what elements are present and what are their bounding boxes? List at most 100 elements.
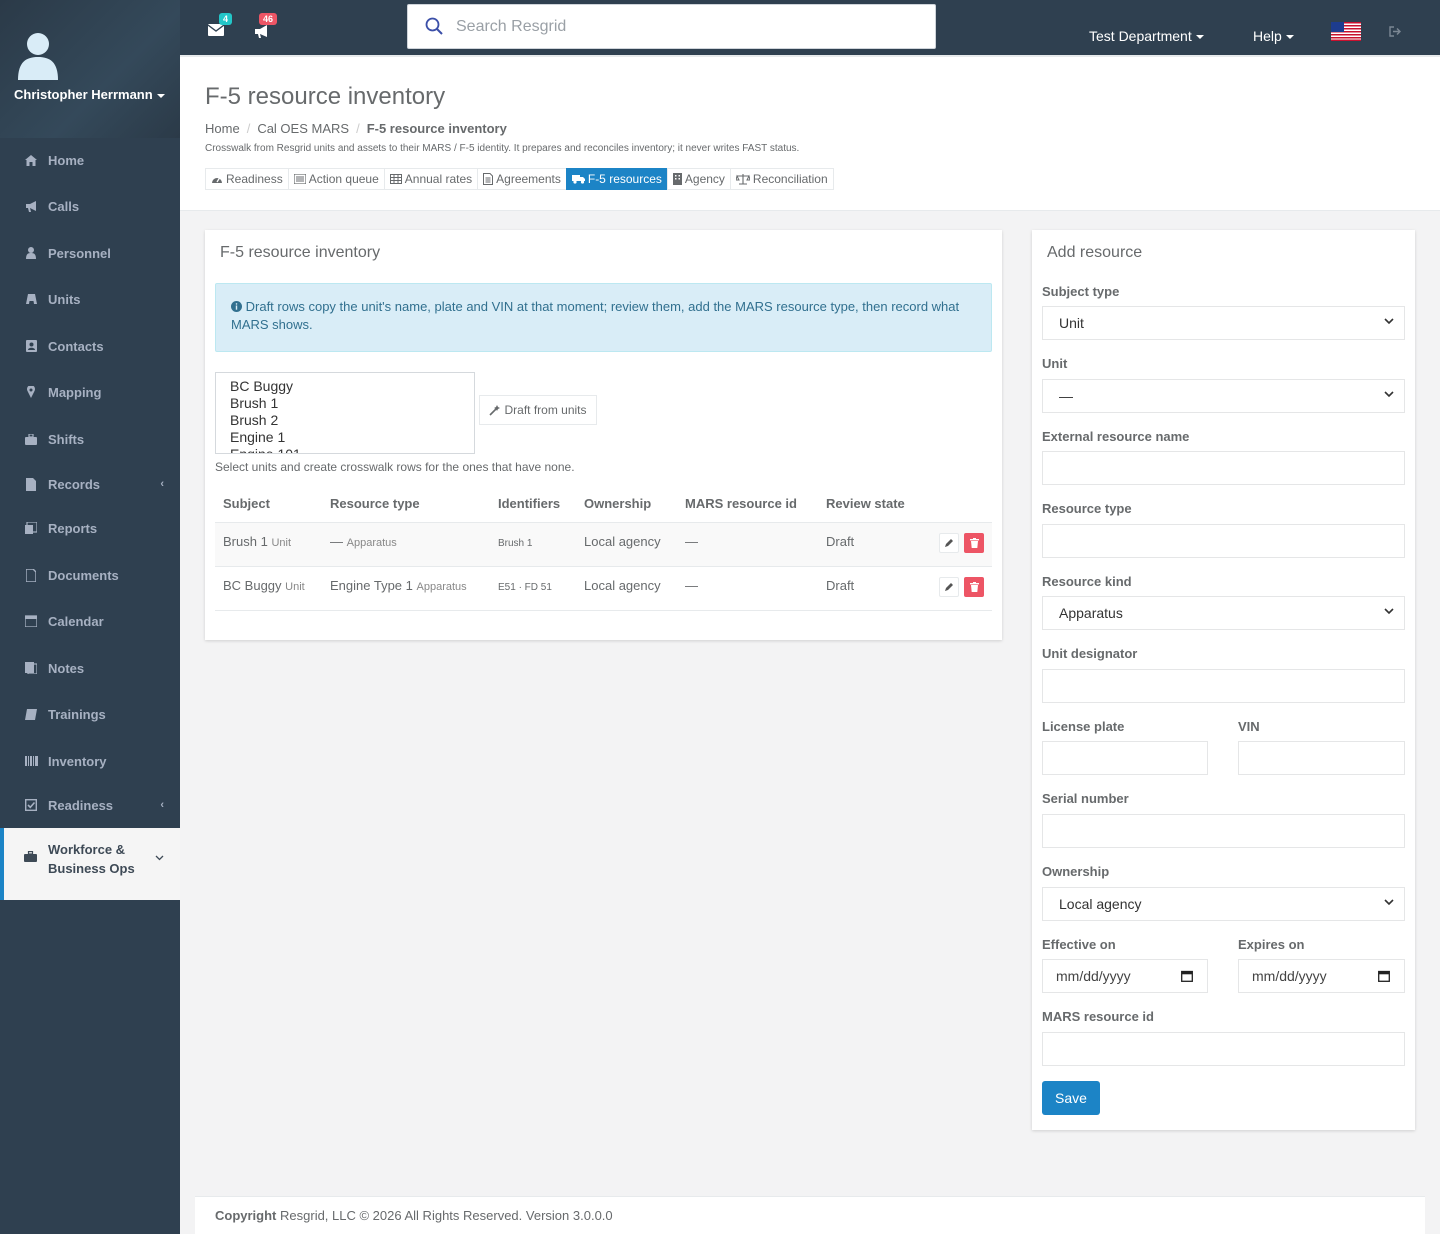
save-button[interactable]: Save xyxy=(1042,1081,1100,1115)
profile-name[interactable]: Christopher Herrmann xyxy=(14,87,165,102)
tab-action-queue[interactable]: Action queue xyxy=(287,168,385,190)
search-box[interactable] xyxy=(407,4,936,49)
sidebar-item-inventory[interactable]: Inventory xyxy=(0,749,180,773)
sidebar-item-contacts[interactable]: Contacts xyxy=(0,334,180,358)
sidebar-item-label: Calendar xyxy=(48,613,104,629)
sidebar-item-readiness[interactable]: Readiness ‹ xyxy=(0,793,180,817)
sidebar-item-documents[interactable]: Documents xyxy=(0,563,180,587)
unit-option[interactable]: Brush 1 xyxy=(230,395,460,412)
mars-resource-id-input[interactable] xyxy=(1042,1032,1405,1066)
pencil-icon xyxy=(944,583,953,591)
sidebar-item-label: Documents xyxy=(48,567,119,583)
tab-reconciliation[interactable]: Reconciliation xyxy=(729,168,834,190)
us-flag-icon[interactable] xyxy=(1331,22,1361,41)
cell-identifiers: E51 · FD 51 xyxy=(490,566,576,611)
date-placeholder: mm/dd/yyyy xyxy=(1252,968,1327,984)
tab-readiness[interactable]: Readiness xyxy=(205,168,289,190)
sidebar-item-notes[interactable]: Notes xyxy=(0,656,180,680)
messages-button[interactable]: 4 xyxy=(208,13,233,38)
column-header: Resource type xyxy=(322,486,490,523)
sidebar-item-records[interactable]: Records ‹ xyxy=(0,472,180,496)
draft-from-units-button[interactable]: Draft from units xyxy=(479,395,597,425)
contact-icon xyxy=(24,339,38,353)
help-label: Help xyxy=(1253,28,1282,44)
unit-select[interactable]: — xyxy=(1042,379,1405,413)
unit-option[interactable]: Brush 2 xyxy=(230,412,460,429)
tab-annual-rates[interactable]: Annual rates xyxy=(383,168,479,190)
table-header-row: Subject Resource type Identifiers Owners… xyxy=(215,486,992,523)
external-name-input[interactable] xyxy=(1042,451,1405,485)
sidebar-item-personnel[interactable]: Personnel xyxy=(0,241,180,265)
units-multiselect[interactable]: BC Buggy Brush 1 Brush 2 Engine 1 Engine… xyxy=(215,372,475,454)
add-resource-panel: Add resource Subject type Unit Unit — Ex… xyxy=(1032,230,1415,1130)
search-input[interactable] xyxy=(454,15,914,39)
magic-wand-icon xyxy=(489,404,501,416)
license-plate-input[interactable] xyxy=(1042,741,1208,775)
calendar-icon[interactable] xyxy=(1181,970,1193,982)
subject-type-label: Subject type xyxy=(1042,284,1120,299)
delete-button[interactable] xyxy=(964,576,984,597)
sidebar-item-shifts[interactable]: Shifts xyxy=(0,427,180,451)
tab-label: F-5 resources xyxy=(587,172,662,186)
ownership-select[interactable]: Local agency xyxy=(1042,887,1405,921)
breadcrumb-home[interactable]: Home xyxy=(205,121,240,136)
cell-resource-type: — Apparatus xyxy=(322,522,490,567)
unit-designator-input[interactable] xyxy=(1042,669,1405,703)
chevron-left-icon: ‹ xyxy=(160,478,164,490)
breadcrumb-cal-oes-mars[interactable]: Cal OES MARS xyxy=(257,121,349,136)
sidebar-item-units[interactable]: Units xyxy=(0,287,180,311)
serial-number-input[interactable] xyxy=(1042,814,1405,848)
calendar-icon[interactable] xyxy=(1378,970,1390,982)
sidebar-item-home[interactable]: Home xyxy=(0,148,180,172)
unit-option[interactable]: Engine 101 xyxy=(230,446,460,453)
effective-on-input[interactable]: mm/dd/yyyy xyxy=(1042,959,1208,993)
tab-f5-resources[interactable]: F-5 resources xyxy=(565,168,668,190)
sidebar-item-label: Notes xyxy=(48,660,85,676)
help-dropdown[interactable]: Help xyxy=(1253,28,1294,44)
department-dropdown[interactable]: Test Department xyxy=(1089,28,1204,44)
column-header: Ownership xyxy=(576,486,677,523)
vin-input[interactable] xyxy=(1238,741,1405,775)
calls-badge: 46 xyxy=(259,13,278,25)
sidebar-item-label: Personnel xyxy=(48,245,111,261)
sidebar-item-trainings[interactable]: Trainings xyxy=(0,702,180,726)
dashboard-icon xyxy=(212,177,222,183)
trash-icon xyxy=(969,581,979,592)
logout-icon[interactable] xyxy=(1389,25,1401,40)
file-icon xyxy=(24,477,38,491)
resource-kind-select[interactable]: Apparatus xyxy=(1042,596,1405,630)
tab-agreements[interactable]: Agreements xyxy=(477,168,567,190)
copyright-label: Copyright xyxy=(215,1208,277,1223)
calls-button[interactable]: 46 xyxy=(254,13,278,38)
bullhorn-icon xyxy=(24,199,38,213)
chevron-left-icon: ‹ xyxy=(160,799,164,811)
tab-agency[interactable]: Agency xyxy=(666,168,731,190)
sidebar-item-workforce[interactable]: Workforce & Business Ops xyxy=(0,828,180,900)
sidebar-item-mapping[interactable]: Mapping xyxy=(0,380,180,404)
search-icon xyxy=(425,17,443,35)
subject-kind: Unit xyxy=(271,536,291,549)
breadcrumb-separator: / xyxy=(246,121,251,136)
profile-name-text: Christopher Herrmann xyxy=(14,87,153,102)
sidebar-item-label: Calls xyxy=(48,198,80,214)
select-value: Unit xyxy=(1059,315,1084,331)
edit-button[interactable] xyxy=(939,532,959,553)
subject-type-select[interactable]: Unit xyxy=(1042,306,1405,340)
unit-option[interactable]: Engine 1 xyxy=(230,429,460,446)
avatar[interactable] xyxy=(16,30,60,80)
section-tabs: Readiness Action queue Annual rates Agre… xyxy=(205,168,834,190)
tab-label: Agreements xyxy=(496,172,561,186)
sidebar-item-calendar[interactable]: Calendar xyxy=(0,609,180,633)
building-icon xyxy=(672,173,682,185)
unit-option[interactable]: BC Buggy xyxy=(230,378,460,395)
sidebar-item-calls[interactable]: Calls xyxy=(0,194,180,218)
tab-label: Action queue xyxy=(308,172,379,186)
delete-button[interactable] xyxy=(964,532,984,553)
sidebar-item-reports[interactable]: Reports xyxy=(0,516,180,540)
sidebar-item-label: Trainings xyxy=(48,706,106,722)
edit-button[interactable] xyxy=(939,576,959,597)
cell-subject: BC Buggy Unit xyxy=(215,566,322,611)
resource-type-input[interactable] xyxy=(1042,524,1405,558)
expires-on-input[interactable]: mm/dd/yyyy xyxy=(1238,959,1405,993)
external-name-label: External resource name xyxy=(1042,429,1190,444)
